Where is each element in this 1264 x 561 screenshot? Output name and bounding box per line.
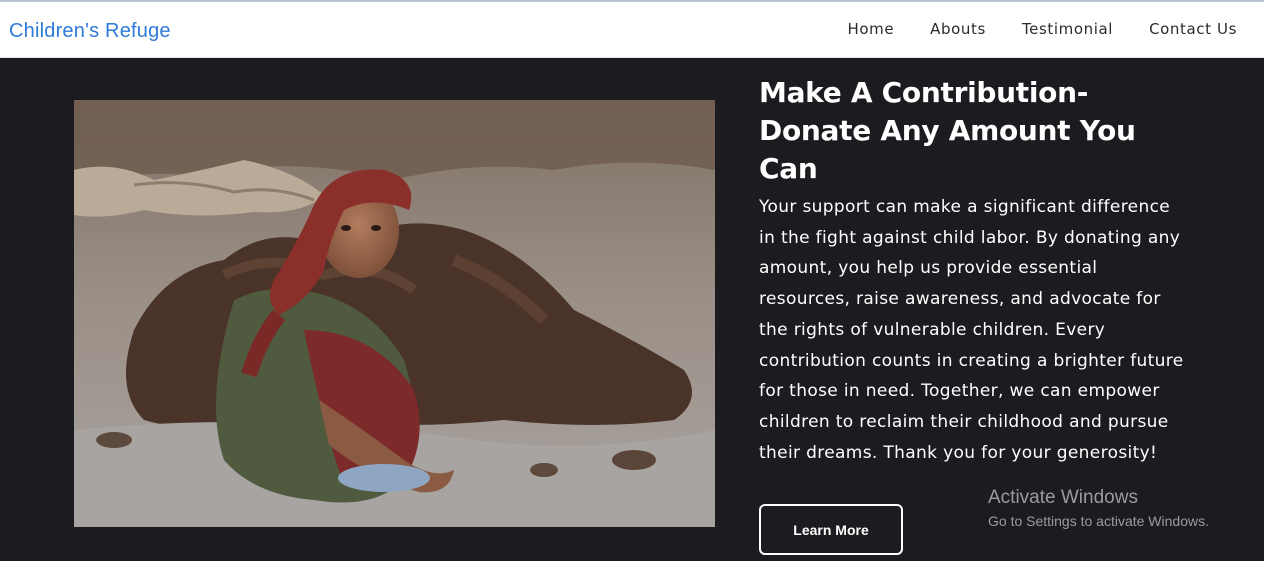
nav-links: Home Abouts Testimonial Contact Us [847, 20, 1264, 38]
nav-link-contact-us[interactable]: Contact Us [1149, 20, 1237, 38]
nav-link-home[interactable]: Home [847, 20, 894, 38]
watermark-title: Activate Windows [988, 487, 1138, 508]
donation-title: Make A Contribution- Donate Any Amount Y… [759, 74, 1199, 188]
donation-title-line2: Donate Any Amount You Can [759, 114, 1136, 185]
donation-description: Your support can make a significant diff… [759, 197, 1184, 463]
donation-title-line1: Make A Contribution- [759, 76, 1089, 109]
brand-link[interactable]: Children's Refuge [9, 20, 171, 43]
donation-section: Make A Contribution- Donate Any Amount Y… [759, 74, 1199, 468]
hero-image [74, 100, 715, 527]
navbar: Children's Refuge Home Abouts Testimonia… [0, 2, 1264, 58]
activate-windows-watermark: Activate Windows Go to Settings to activ… [988, 487, 1209, 531]
watermark-subtitle: Go to Settings to activate Windows. [988, 513, 1209, 529]
learn-more-button[interactable]: Learn More [759, 504, 903, 555]
nav-link-abouts[interactable]: Abouts [930, 20, 986, 38]
hero-image-illustration [74, 100, 715, 527]
nav-link-testimonial[interactable]: Testimonial [1022, 20, 1113, 38]
